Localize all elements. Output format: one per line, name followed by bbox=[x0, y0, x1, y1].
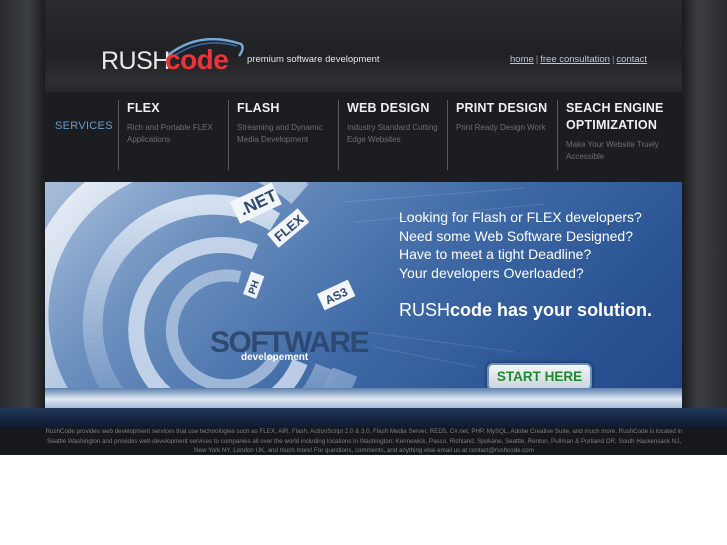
hero-banner: .NET FLEX PH AS3 SOFTWARE developement L… bbox=[45, 182, 682, 392]
start-here-button[interactable]: START HERE bbox=[487, 363, 592, 391]
header: RUSH code premium software development h… bbox=[45, 0, 682, 92]
nav-item-desc: Rich and Portable FLEX Applications bbox=[127, 123, 213, 144]
nav-item-desc: Print Ready Design Work bbox=[456, 123, 546, 132]
solution-rush: RUSH bbox=[399, 300, 451, 320]
footer-text: RushCode provides web development servic… bbox=[45, 428, 683, 454]
nav-item-desc: Industry Standard Cutting Edge Websites bbox=[347, 123, 438, 144]
nav-item-title[interactable]: FLEX bbox=[127, 100, 226, 117]
services-nav: SERVICES FLEX Rich and Portable FLEX App… bbox=[45, 92, 682, 182]
footer: RushCode provides web development servic… bbox=[0, 427, 727, 455]
hero-line: Looking for Flash or FLEX developers? bbox=[399, 209, 642, 225]
link-separator: | bbox=[611, 54, 615, 65]
nav-item-desc: Streaming and Dynamic Media Development bbox=[237, 123, 323, 144]
contact-link[interactable]: contact bbox=[616, 54, 647, 65]
hero-line: Need some Web Software Designed? bbox=[399, 227, 633, 244]
site-container: RUSH code premium software development h… bbox=[45, 0, 682, 455]
services-label: SERVICES bbox=[55, 120, 113, 132]
page: RUSH code premium software development h… bbox=[0, 0, 727, 545]
nav-item-title[interactable]: PRINT DESIGN bbox=[456, 100, 555, 117]
nav-item-flex[interactable]: FLEX Rich and Portable FLEX Applications bbox=[118, 100, 226, 170]
nav-item-title[interactable]: SEACH ENGINE OPTIMIZATION bbox=[566, 100, 667, 134]
blue-band bbox=[0, 408, 727, 427]
home-link[interactable]: home bbox=[510, 54, 534, 65]
hero-questions: Looking for Flash or FLEX developers? Ne… bbox=[399, 208, 642, 282]
solution-rest: code has your solution. bbox=[450, 300, 653, 320]
logo-tagline: premium software development bbox=[247, 54, 380, 65]
nav-item-seo[interactable]: SEACH ENGINE OPTIMIZATION Make Your Webs… bbox=[557, 100, 667, 170]
top-links: home | free consultation | contact bbox=[510, 54, 647, 65]
header-strip bbox=[45, 78, 682, 92]
nav-item-desc: Make Your Website Truely Accessible bbox=[566, 140, 659, 161]
nav-item-title[interactable]: WEB DESIGN bbox=[347, 100, 446, 117]
nav-item-flash[interactable]: FLASH Streaming and Dynamic Media Develo… bbox=[228, 100, 336, 170]
nav-item-title[interactable]: FLASH bbox=[237, 100, 336, 117]
development-label: developement bbox=[241, 352, 309, 363]
logo-rush[interactable]: RUSH bbox=[101, 47, 170, 76]
nav-item-web-design[interactable]: WEB DESIGN Industry Standard Cutting Edg… bbox=[338, 100, 446, 170]
free-consultation-link[interactable]: free consultation bbox=[540, 54, 610, 65]
hero-solution: RUSHcode has your solution. bbox=[399, 300, 652, 321]
nav-item-print-design[interactable]: PRINT DESIGN Print Ready Design Work bbox=[447, 100, 555, 170]
link-separator: | bbox=[535, 54, 539, 65]
logo-code[interactable]: code bbox=[165, 44, 229, 76]
hero-line: Your developers Overloaded? bbox=[399, 264, 584, 281]
hero-bottom-highlight bbox=[45, 388, 682, 408]
hero-line: Have to meet a tight Deadline? bbox=[399, 246, 592, 262]
